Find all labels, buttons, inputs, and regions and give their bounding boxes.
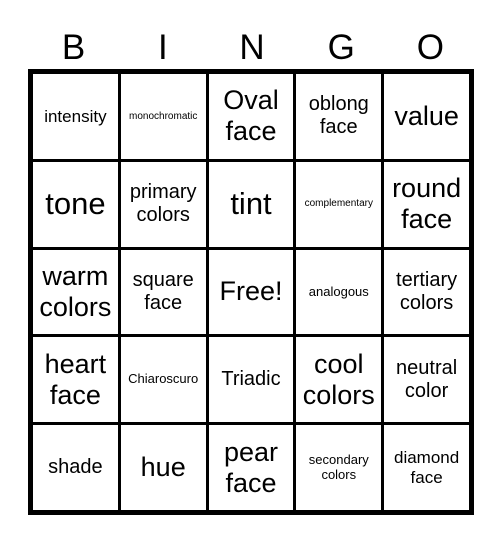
bingo-cell: heart face xyxy=(33,337,118,423)
free-space-cell: Free! xyxy=(208,249,294,335)
bingo-cell: round face xyxy=(384,161,469,247)
bingo-cell: primary colors xyxy=(120,161,206,247)
bingo-cell: neutral color xyxy=(384,337,469,423)
bingo-cell: warm colors xyxy=(33,249,118,335)
bingo-cell: tertiary colors xyxy=(384,249,469,335)
bingo-header: B I N G O xyxy=(29,28,475,68)
header-letter-g: G xyxy=(327,28,355,67)
bingo-grid: intensity monochromatic Oval face oblong… xyxy=(28,69,474,515)
bingo-cell: shade xyxy=(33,425,118,510)
bingo-cell: oblong face xyxy=(296,74,382,159)
header-letter-b: B xyxy=(61,28,86,67)
bingo-cell: Triadic xyxy=(208,337,294,423)
bingo-cell: cool colors xyxy=(296,337,382,423)
bingo-cell: Oval face xyxy=(208,74,294,159)
bingo-cell: tint xyxy=(208,161,294,247)
header-letter-n: N xyxy=(239,28,265,67)
bingo-cell: square face xyxy=(120,249,206,335)
bingo-cell: Chiaroscuro xyxy=(120,337,206,423)
bingo-cell: value xyxy=(384,74,469,159)
bingo-cell: intensity xyxy=(33,74,118,159)
bingo-cell: analogous xyxy=(296,249,382,335)
bingo-cell: secondary colors xyxy=(296,425,382,510)
bingo-cell: pear face xyxy=(208,425,294,510)
bingo-cell: monochromatic xyxy=(120,74,206,159)
header-letter-i: I xyxy=(157,28,168,67)
bingo-cell: complementary xyxy=(296,161,382,247)
bingo-cell: diamond face xyxy=(384,425,469,510)
bingo-cell: hue xyxy=(120,425,206,510)
bingo-cell: tone xyxy=(33,161,118,247)
header-letter-o: O xyxy=(416,28,445,67)
